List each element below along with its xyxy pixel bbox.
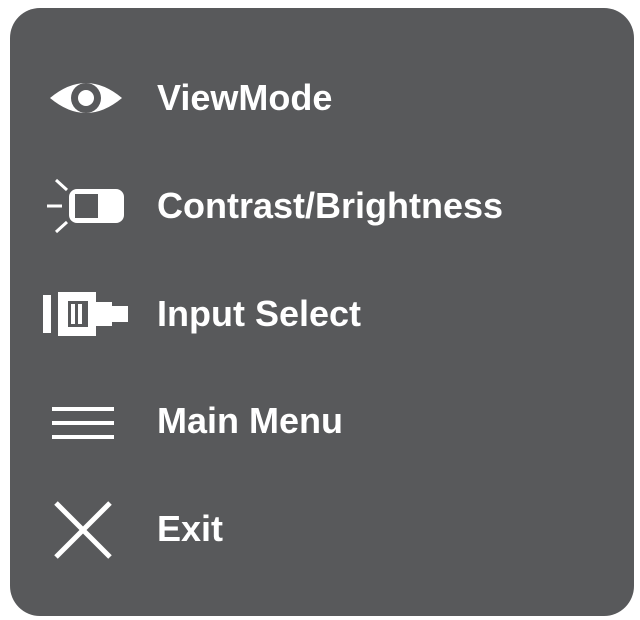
menu-item-label: Exit <box>157 508 224 549</box>
contrast-brightness-icon <box>36 170 136 242</box>
menu-item-label: Input Select <box>157 293 362 334</box>
menu-item-contrast-brightness[interactable]: Contrast/Brightness <box>10 170 634 242</box>
menu-item-main-menu[interactable]: Main Menu <box>10 385 634 457</box>
eye-icon <box>36 62 136 134</box>
close-x-icon <box>36 493 136 565</box>
menu-item-label: Contrast/Brightness <box>157 185 504 226</box>
hamburger-menu-icon <box>36 385 136 457</box>
osd-menu-panel: ViewMode Contrast/Brightness Input Selec… <box>10 8 634 616</box>
menu-item-viewmode[interactable]: ViewMode <box>10 62 634 134</box>
menu-item-exit[interactable]: Exit <box>10 493 634 565</box>
input-connector-icon <box>36 278 136 350</box>
menu-item-label: ViewMode <box>157 77 333 118</box>
menu-item-input-select[interactable]: Input Select <box>10 278 634 350</box>
menu-item-label: Main Menu <box>157 400 343 441</box>
